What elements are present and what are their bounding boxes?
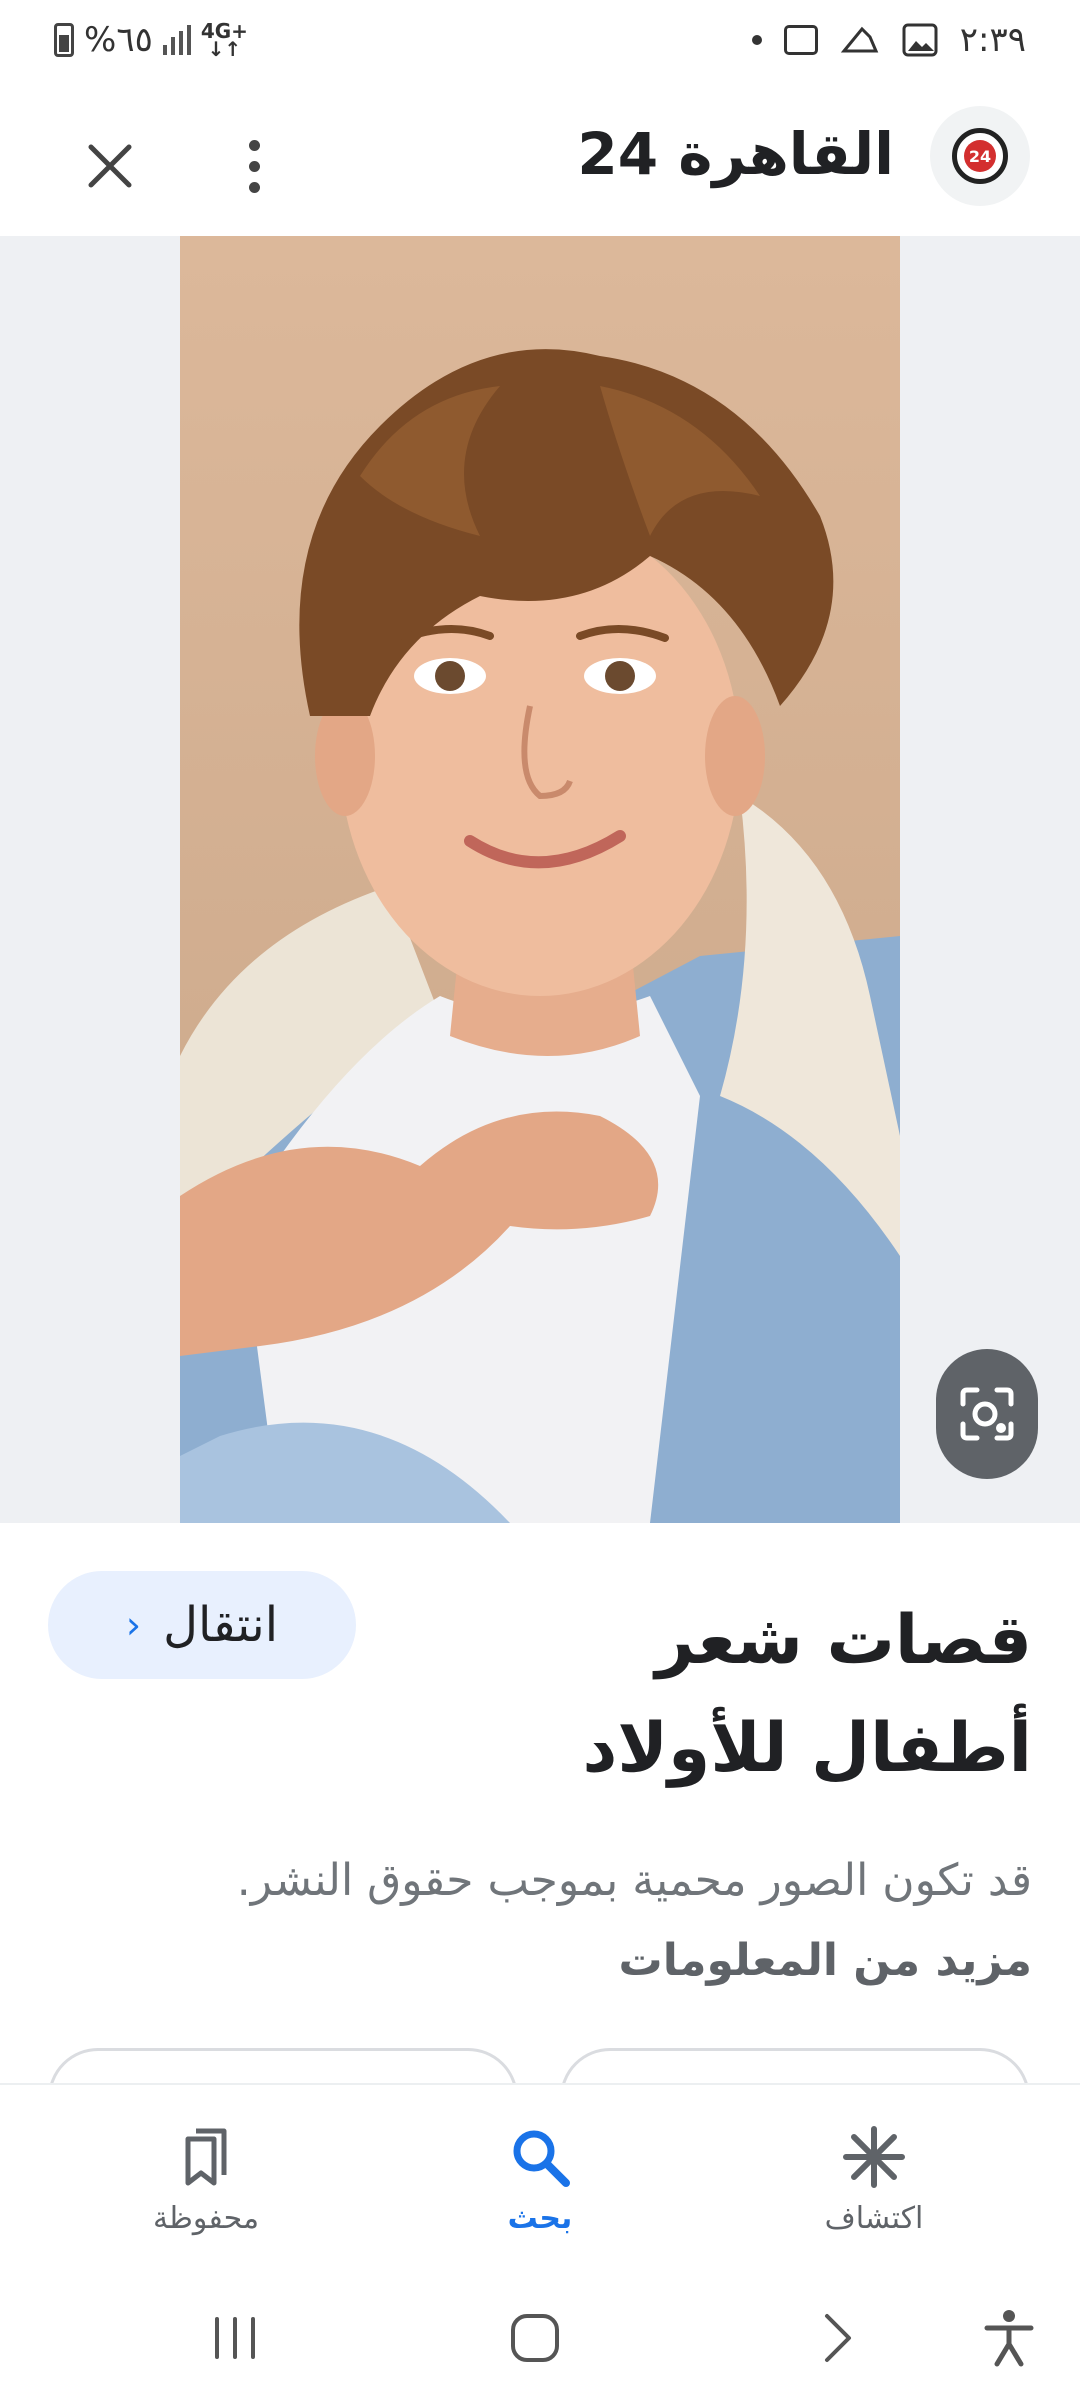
notification-dot-icon [751, 35, 762, 45]
nav-discover-label: اكتشاف [824, 2200, 924, 2236]
recents-button[interactable] [180, 2293, 290, 2383]
site-logo-icon[interactable]: 24 [930, 106, 1030, 206]
delivery-icon [840, 26, 879, 53]
signal-icon [162, 25, 191, 55]
copyright-text: قد تكون الصور محمية بموجب حقوق النشر. [236, 1855, 1032, 1906]
nav-search-label: بحث [507, 2200, 573, 2236]
chevron-left-icon: ‹ [125, 1603, 142, 1647]
status-right: ٢:٣٩ [751, 18, 1026, 62]
visit-label: انتقال [163, 1597, 279, 1653]
visit-button[interactable]: انتقال ‹ [48, 1571, 356, 1679]
bottom-navigation: اكتشاف بحث محفوظة [0, 2083, 1080, 2273]
copyright-notice: قد تكون الصور محمية بموجب حقوق النشر. مز… [192, 1841, 1032, 2001]
close-button[interactable] [74, 130, 146, 202]
result-title[interactable]: قصات شعر أطفال للأولاد [412, 1587, 1032, 1803]
asterisk-icon [843, 2125, 905, 2188]
more-info-link[interactable]: مزيد من المعلومات [619, 1935, 1033, 1986]
result-photo[interactable] [180, 236, 900, 1523]
accessibility-icon [984, 2310, 1034, 2367]
network-type: 4G+ ↓↑ [201, 21, 248, 61]
recents-icon [215, 2317, 255, 2359]
nav-saved-label: محفوظة [152, 2200, 260, 2236]
action-chip-right[interactable] [560, 2048, 1030, 2083]
home-button[interactable] [480, 2293, 590, 2383]
logo-text: 24 [964, 140, 996, 172]
data-arrows-icon: ↓↑ [207, 37, 242, 61]
more-vert-icon [248, 139, 260, 151]
close-icon [88, 144, 132, 188]
logo-clock: 24 [952, 128, 1008, 184]
search-icon [513, 2130, 570, 2187]
bookmarks-icon [185, 2128, 227, 2185]
visual-search-button[interactable] [936, 1349, 1038, 1479]
nav-search[interactable]: بحث [430, 2085, 650, 2275]
image-viewer-header: القاهرة 24 24 [0, 80, 1080, 236]
battery-icon [54, 23, 74, 57]
home-icon [511, 2314, 559, 2362]
status-bar: %٦٥ 4G+ ↓↑ ٢:٣٩ [0, 0, 1080, 80]
photo-illustration [180, 236, 900, 1523]
nav-discover[interactable]: اكتشاف [764, 2085, 984, 2275]
action-chip-left[interactable] [48, 2048, 518, 2083]
site-name[interactable]: القاهرة 24 [577, 120, 894, 188]
more-options-button[interactable] [222, 126, 286, 206]
visual-search-icon [960, 1387, 1014, 1441]
system-navigation [0, 2273, 1080, 2400]
gallery-icon [902, 23, 938, 57]
accessibility-button[interactable] [954, 2293, 1064, 2383]
back-button[interactable] [782, 2293, 892, 2383]
status-left: %٦٥ 4G+ ↓↑ [54, 18, 248, 62]
battery-percent: %٦٥ [84, 20, 153, 60]
clock: ٢:٣٩ [959, 20, 1026, 60]
result-info: انتقال ‹ قصات شعر أطفال للأولاد قد تكون … [0, 1523, 1080, 2083]
nav-saved[interactable]: محفوظة [96, 2085, 316, 2275]
voicemail-icon [783, 25, 818, 55]
back-icon [825, 2314, 851, 2362]
image-preview-area [0, 236, 1080, 1523]
